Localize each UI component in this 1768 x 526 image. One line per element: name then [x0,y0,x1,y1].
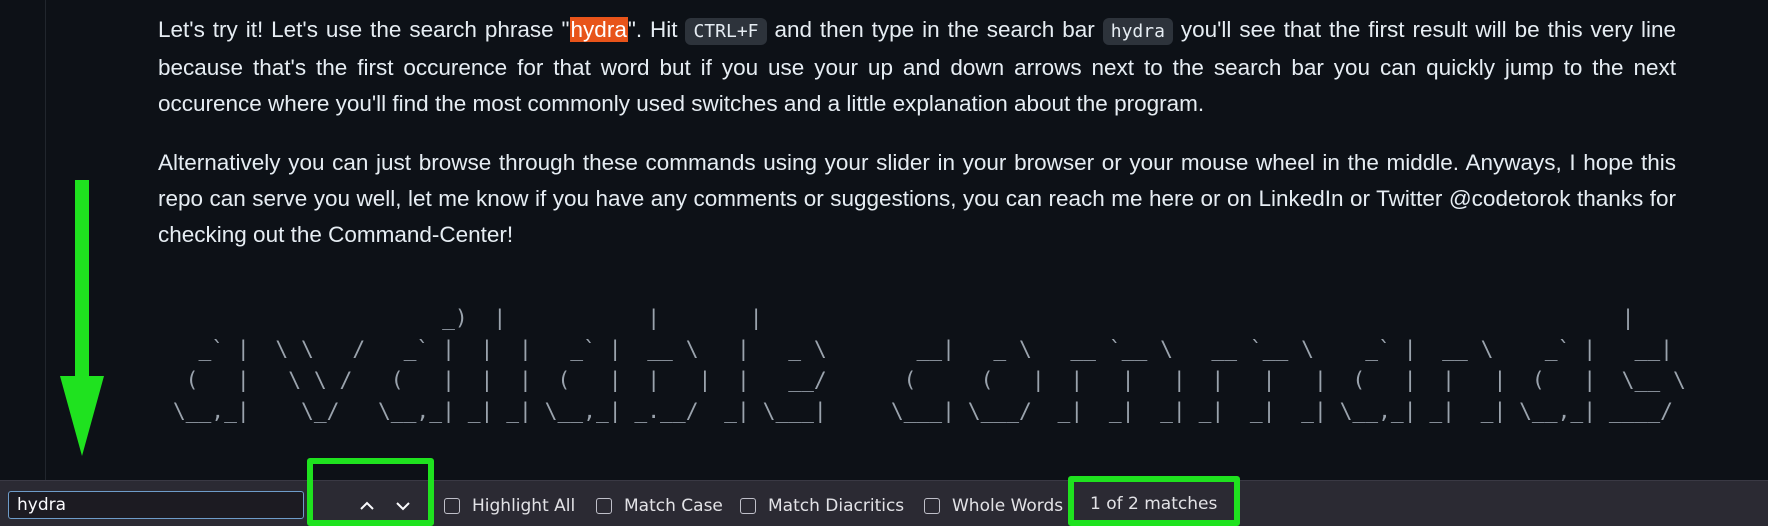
search-highlight: hydra [569,17,628,42]
text-segment: ". Hit [627,17,686,42]
match-diacritics-option[interactable]: Match Diacritics [740,493,904,519]
page: Let's try it! Let's use the search phras… [0,0,1768,526]
paragraph-search-instructions: Let's try it! Let's use the search phras… [158,12,1676,122]
find-bar: Highlight All Match Case Match Diacritic… [0,480,1768,526]
whole-words-label: Whole Words [952,496,1064,516]
highlight-all-checkbox[interactable] [444,498,460,514]
text-segment: Let's try it! Let's use the search phras… [158,17,570,42]
paragraph-browse: Alternatively you can just browse throug… [158,150,1676,247]
gutter-divider [45,0,46,480]
whole-words-option[interactable]: Whole Words [924,493,1063,519]
highlight-all-option[interactable]: Highlight All [444,493,575,519]
nav-buttons-annotation-box [307,458,434,526]
highlight-all-label: Highlight All [472,496,576,516]
ascii-art-banner: _) | | | | _` | \ \ / _` | | | _` | __ \… [172,306,1686,424]
match-case-checkbox[interactable] [596,498,612,514]
match-case-label: Match Case [624,496,723,516]
kbd-ctrl-f: CTRL+F [685,18,767,45]
match-status-annotation-box [1068,476,1240,526]
find-input[interactable] [8,491,304,519]
whole-words-checkbox[interactable] [924,498,940,514]
match-diacritics-label: Match Diacritics [768,496,905,516]
match-case-option[interactable]: Match Case [596,493,723,519]
text-segment: and then type in the search bar [766,17,1103,42]
inline-code-hydra: hydra [1102,18,1173,45]
down-arrow-annotation [60,180,104,456]
readme-content: Let's try it! Let's use the search phras… [158,12,1676,276]
match-diacritics-checkbox[interactable] [740,498,756,514]
